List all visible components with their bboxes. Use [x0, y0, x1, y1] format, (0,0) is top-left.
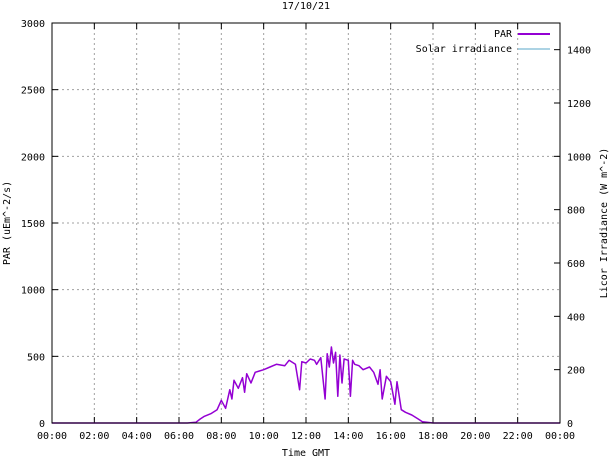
y-tick-label: 0 [39, 419, 45, 430]
y2-tick-label: 0 [567, 419, 573, 430]
legend: PAR Solar irradiance [416, 29, 550, 55]
y-axis-label: PAR (uEm^-2/s) [2, 181, 13, 265]
x-tick-label: 02:00 [79, 431, 109, 442]
chart: 17/10/21 PAR Solar irradiance Time GMT PA… [2, 1, 610, 459]
x-tick-label: 08:00 [206, 431, 236, 442]
legend-label: Solar irradiance [416, 44, 512, 55]
y-tick-label: 2500 [21, 86, 45, 97]
y2-tick-label: 200 [567, 366, 585, 377]
y2-tick-label: 1000 [567, 152, 591, 163]
x-tick-label: 16:00 [376, 431, 406, 442]
chart-title: 17/10/21 [282, 1, 330, 12]
x-tick-label: 22:00 [503, 431, 533, 442]
x-tick-label: 14:00 [333, 431, 363, 442]
x-tick-label: 18:00 [418, 431, 448, 442]
y2-tick-label: 1200 [567, 99, 591, 110]
y-tick-label: 500 [27, 352, 45, 363]
y-tick-label: 1500 [21, 219, 45, 230]
y-tick-label: 2000 [21, 152, 45, 163]
x-tick-label: 04:00 [122, 431, 152, 442]
y-tick-label: 1000 [21, 286, 45, 297]
x-tick-label: 00:00 [545, 431, 575, 442]
x-axis-label: Time GMT [282, 448, 330, 459]
x-tick-label: 06:00 [164, 431, 194, 442]
y-tick-label: 3000 [21, 19, 45, 30]
y2-tick-label: 1400 [567, 46, 591, 57]
x-tick-label: 00:00 [37, 431, 67, 442]
x-tick-label: 12:00 [291, 431, 321, 442]
y2-tick-label: 600 [567, 259, 585, 270]
legend-label: PAR [494, 29, 513, 40]
y2-tick-label: 800 [567, 206, 585, 217]
x-tick-label: 20:00 [460, 431, 490, 442]
y2-axis-label: Licor Irradiance (W m^-2) [599, 148, 610, 299]
y2-tick-label: 400 [567, 312, 585, 323]
x-tick-label: 10:00 [249, 431, 279, 442]
